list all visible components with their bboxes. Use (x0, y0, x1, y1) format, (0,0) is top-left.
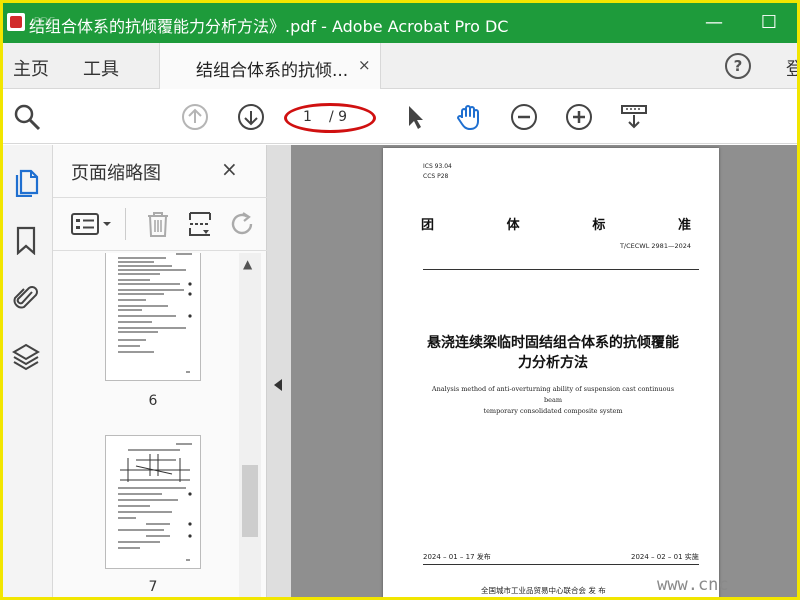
standard-type: 团 体 标 准 (421, 218, 691, 233)
scroll-up-arrow[interactable]: ▲ (243, 257, 252, 271)
panel-toolbar (53, 197, 267, 251)
panel-close-button[interactable]: × (221, 157, 238, 181)
page-thumbnails-icon[interactable] (12, 167, 40, 197)
tab-tools[interactable]: 工具 (83, 55, 119, 81)
highlight-ellipse (284, 103, 376, 133)
minimize-button[interactable]: — (700, 9, 728, 37)
scrolling-mode-icon[interactable] (620, 103, 648, 131)
issue-date: 2024 – 01 – 17 发布 (423, 553, 491, 561)
divider-line (423, 564, 699, 565)
page-thumbnail-preview (118, 443, 192, 561)
publisher: 全国城市工业品贸易中心联合会 发 布 (481, 586, 606, 595)
help-icon[interactable]: ? (725, 53, 751, 79)
maximize-button[interactable]: ☐ (755, 9, 783, 37)
close-tab-button[interactable]: × (358, 56, 371, 74)
scrollbar-thumb[interactable] (242, 465, 258, 537)
toolbar-divider (125, 208, 126, 240)
page-thumbnail-preview (118, 253, 192, 373)
english-title: Analysis method of anti-overturning abil… (431, 385, 675, 415)
thumbnail-list: 6 7 (53, 253, 239, 597)
delete-page-icon[interactable] (145, 210, 171, 238)
hand-tool-icon[interactable] (455, 103, 483, 131)
panel-title: 页面缩略图 (71, 163, 161, 184)
rotate-page-icon[interactable] (229, 210, 255, 238)
search-icon[interactable] (13, 103, 41, 131)
thumbnails-panel: 页面缩略图 × 6 7 ▲ (53, 145, 267, 597)
ics-code: ICS 93.04 CCS P28 (423, 163, 452, 180)
page-thumbnail[interactable] (105, 253, 201, 381)
standard-code: T/CECWL 2981—2024 (619, 242, 691, 250)
acrobat-app-icon (7, 13, 25, 31)
tab-home[interactable]: 主页 (13, 55, 49, 81)
next-page-icon[interactable] (237, 103, 265, 131)
collapse-arrow-icon (274, 379, 282, 391)
document-view[interactable]: ICS 93.04 CCS P28 团 体 标 准 T/CECWL 2981—2… (291, 145, 797, 597)
document-tab-label: 结组合体系的抗倾... (196, 61, 349, 81)
navigation-rail (3, 145, 53, 597)
options-menu-icon[interactable] (71, 212, 115, 236)
watermark-bottom: www.cnc (657, 575, 729, 595)
layers-icon[interactable] (12, 341, 40, 371)
toolbar: 1 / 9 (3, 90, 797, 144)
tab-document[interactable]: 结组合体系的抗倾... × (159, 43, 381, 89)
page-thumbnail[interactable] (105, 435, 201, 569)
watermark-top: PDF (33, 15, 55, 28)
tab-bar: 主页 工具 结组合体系的抗倾... × ? 登 (3, 43, 797, 89)
collapse-panel-handle[interactable] (267, 145, 291, 597)
previous-page-icon[interactable] (181, 103, 209, 131)
zoom-out-icon[interactable] (510, 103, 538, 131)
sign-in-link[interactable]: 登 (786, 55, 797, 81)
thumbnail-scrollbar[interactable]: ▲ (239, 253, 261, 597)
page-thumbnail-number: 6 (148, 393, 158, 409)
divider-line (423, 269, 699, 270)
select-cursor-icon[interactable] (401, 103, 429, 131)
insert-page-icon[interactable] (187, 210, 213, 238)
effective-date: 2024 – 02 – 01 实施 (631, 553, 699, 561)
document-title: 悬浇连续梁临时固结组合体系的抗倾覆能 力分析方法 (427, 335, 679, 371)
pdf-page: ICS 93.04 CCS P28 团 体 标 准 T/CECWL 2981—2… (383, 148, 719, 597)
zoom-in-icon[interactable] (565, 103, 593, 131)
bookmark-icon[interactable] (12, 225, 40, 255)
app-window: 结组合体系的抗倾覆能力分析方法》.pdf - Adobe Acrobat Pro… (0, 0, 800, 600)
page-thumbnail-number: 7 (148, 579, 158, 595)
title-bar: 结组合体系的抗倾覆能力分析方法》.pdf - Adobe Acrobat Pro… (3, 3, 797, 43)
attachment-icon[interactable] (12, 282, 40, 312)
window-title: 结组合体系的抗倾覆能力分析方法》.pdf - Adobe Acrobat Pro… (29, 17, 509, 36)
